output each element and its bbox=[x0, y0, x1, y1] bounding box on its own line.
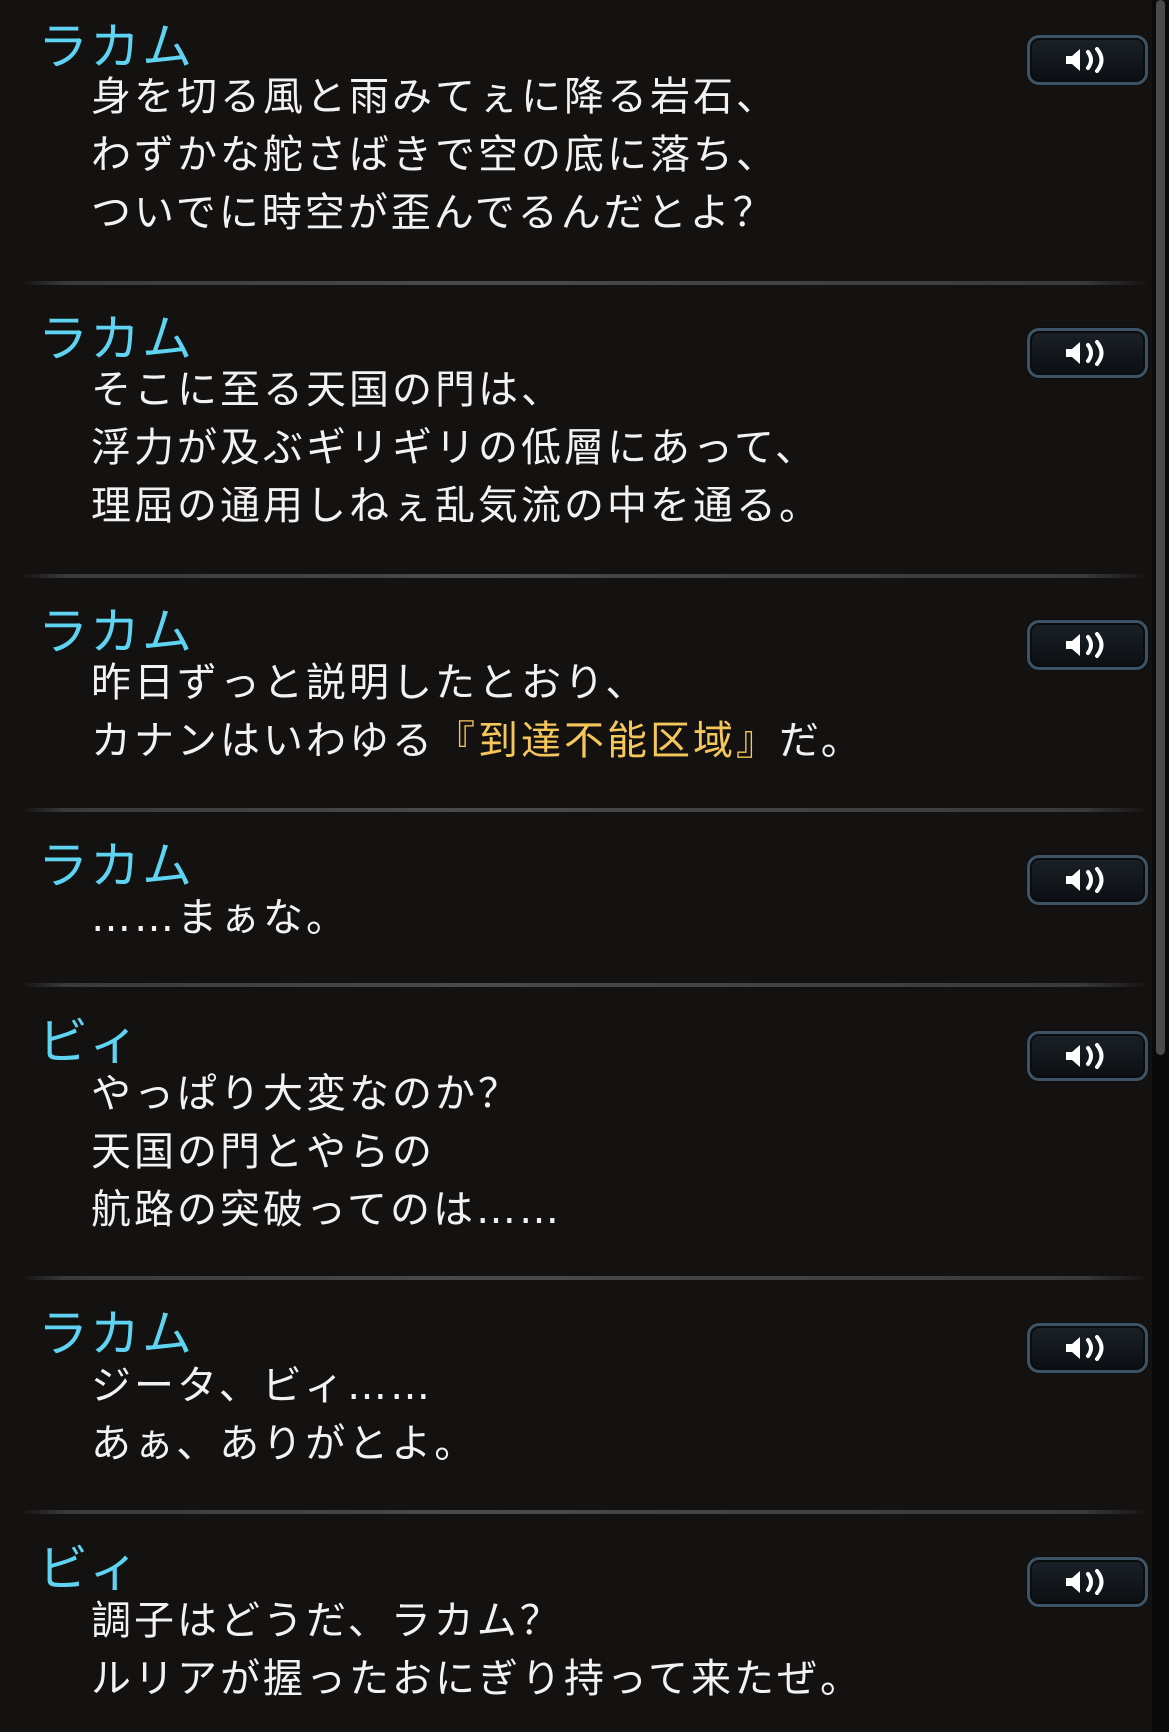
scrollbar-thumb[interactable] bbox=[1156, 0, 1165, 1055]
speaker-voice-icon bbox=[1066, 632, 1104, 658]
dialogue-text: カナンはいわゆる bbox=[91, 718, 435, 764]
voice-replay-button[interactable] bbox=[1027, 328, 1148, 378]
voice-replay-button[interactable] bbox=[1027, 1031, 1148, 1081]
voice-replay-button[interactable] bbox=[1027, 1557, 1148, 1607]
dialogue-line: 身を切る風と雨みてぇに降る岩石、 bbox=[91, 74, 779, 120]
speaker-voice-icon bbox=[1066, 867, 1104, 893]
dialogue-line: 調子はどうだ、ラカム？ bbox=[91, 1598, 563, 1644]
dialogue-line: 天国の門とやらの bbox=[91, 1129, 435, 1175]
backlog: ラカム 身を切る風と雨みてぇに降る岩石、 わずかな舵さばきで空の底に落ち、 つい… bbox=[0, 0, 1150, 1732]
dialogue-line: ついでに時空が歪んでるんだとよ？ bbox=[91, 190, 776, 236]
dialogue-line: あぁ、ありがとよ。 bbox=[91, 1421, 478, 1467]
entry-divider bbox=[20, 574, 1150, 578]
dialogue-line: やっぱり大変なのか？ bbox=[91, 1071, 521, 1117]
speaker-voice-icon bbox=[1066, 1335, 1104, 1361]
voice-replay-button[interactable] bbox=[1027, 35, 1148, 85]
dialogue-line: そこに至る天国の門は、 bbox=[91, 367, 564, 413]
speaker-name: ラカム bbox=[38, 1305, 194, 1363]
scrollbar[interactable] bbox=[1152, 0, 1169, 1732]
entry-divider bbox=[20, 1276, 1150, 1280]
highlighted-term: 『到達不能区域』 bbox=[435, 718, 779, 764]
voice-replay-button[interactable] bbox=[1027, 855, 1148, 905]
dialogue-line: 浮力が及ぶギリギリの低層にあって、 bbox=[91, 425, 818, 471]
speaker-name: ラカム bbox=[38, 310, 194, 368]
dialogue-text: だ。 bbox=[779, 718, 864, 764]
dialogue-line: 航路の突破ってのは…… bbox=[91, 1187, 562, 1233]
speaker-voice-icon bbox=[1066, 47, 1104, 73]
dialogue-line: 昨日ずっと説明したとおり、 bbox=[91, 660, 649, 706]
speaker-voice-icon bbox=[1066, 1569, 1104, 1595]
speaker-voice-icon bbox=[1066, 340, 1104, 366]
entry-divider bbox=[20, 1510, 1150, 1514]
dialogue-line: カナンはいわゆる『到達不能区域』だ。 bbox=[91, 712, 864, 770]
speaker-name: ビィ bbox=[38, 1013, 141, 1071]
dialogue-line: わずかな舵さばきで空の底に落ち、 bbox=[91, 132, 779, 178]
voice-replay-button[interactable] bbox=[1027, 620, 1148, 670]
entry-divider bbox=[20, 808, 1150, 812]
speaker-name: ビィ bbox=[38, 1540, 141, 1598]
dialogue-line: ……まぁな。 bbox=[91, 895, 349, 941]
dialogue-line: ルリアが握ったおにぎり持って来たぜ。 bbox=[91, 1656, 863, 1702]
speaker-voice-icon bbox=[1066, 1043, 1104, 1069]
speaker-name: ラカム bbox=[38, 837, 194, 895]
entry-divider bbox=[20, 281, 1150, 285]
dialogue-line: 理屈の通用しねぇ乱気流の中を通る。 bbox=[91, 483, 822, 529]
entry-divider bbox=[20, 983, 1150, 987]
speaker-name: ラカム bbox=[38, 603, 194, 661]
dialogue-line: ジータ、ビィ…… bbox=[91, 1363, 433, 1409]
voice-replay-button[interactable] bbox=[1027, 1323, 1148, 1373]
